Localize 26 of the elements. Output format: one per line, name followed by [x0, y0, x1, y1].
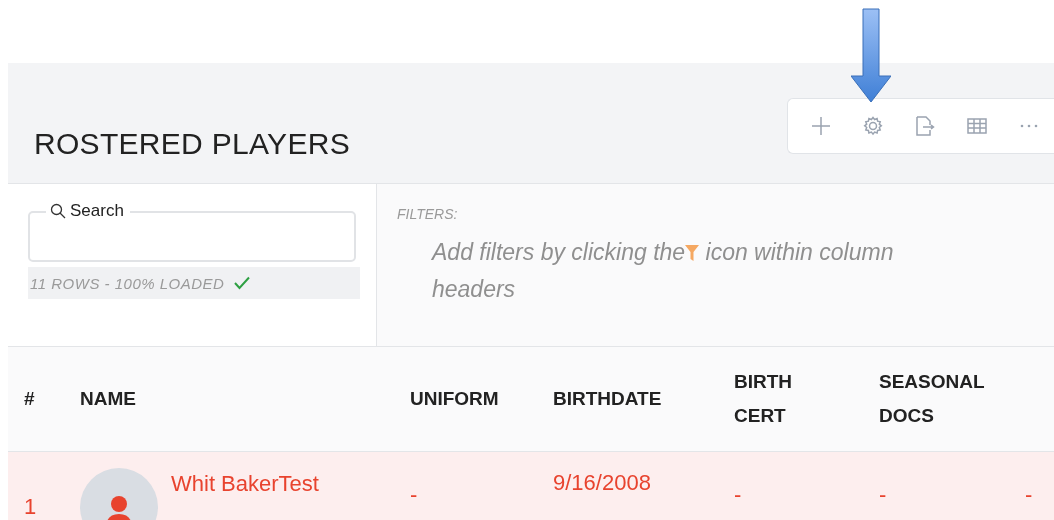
- column-header[interactable]: #: [8, 382, 80, 416]
- table-row[interactable]: 1 Whit BakerTest - 9/16/2008 - - -: [8, 452, 1054, 520]
- table-cell-text: -: [1025, 481, 1034, 508]
- rows-loaded-status: 11 ROWS - 100% LOADED: [30, 274, 225, 292]
- player-name[interactable]: Whit BakerTest: [171, 468, 319, 520]
- settings-icon: [862, 115, 884, 137]
- birthdate-cell-text: 9/16/2008: [553, 469, 652, 496]
- table-cell-text: -: [410, 481, 419, 508]
- filters-hint: Add filters by clicking the icon within column headers: [432, 238, 895, 304]
- table-cell-text: -: [734, 481, 743, 508]
- search-label: Search: [70, 201, 124, 221]
- column-header[interactable]: NAME: [80, 382, 410, 416]
- column-header[interactable]: BIRTHDATE: [553, 382, 734, 416]
- search-icon: [50, 203, 66, 219]
- filters-label: FILTERS:: [397, 206, 459, 222]
- more-icon: [1020, 124, 1038, 128]
- table-cell-text: -: [879, 481, 888, 508]
- funnel-icon: [685, 244, 700, 262]
- table-icon: [966, 115, 988, 137]
- export-icon: [914, 115, 936, 137]
- column-header[interactable]: BIRTH CERT: [734, 365, 879, 433]
- column-header[interactable]: UNIFORM: [410, 382, 553, 416]
- row-number: 1: [23, 493, 38, 520]
- column-header[interactable]: SEASONAL DOCS: [879, 365, 1025, 433]
- add-icon: [810, 115, 832, 137]
- page-title: ROSTERED PLAYERS: [33, 126, 350, 161]
